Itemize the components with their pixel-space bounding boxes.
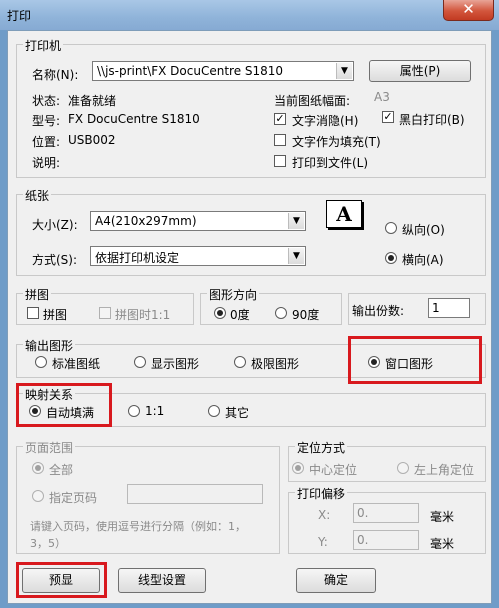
printer-name-value: \\js-print\FX DocuCentre S1810: [97, 64, 284, 78]
printer-group-legend: 打印机: [23, 37, 64, 54]
rotation-0-label: 0度: [230, 308, 250, 322]
paper-group-legend: 纸张: [23, 187, 52, 204]
type-value: FX DocuCentre S1810: [68, 112, 200, 126]
tile-1to1-checkbox[interactable]: [99, 307, 111, 319]
paper-method-label: 方式(S):: [32, 253, 78, 267]
page-range-specify-label: 指定页码: [49, 491, 98, 505]
paper-method-select[interactable]: 依据打印机设定 ▼: [90, 246, 306, 266]
page-range-all-label: 全部: [49, 463, 74, 477]
tile-checkbox[interactable]: [27, 307, 39, 319]
tiling-group-legend: 拼图: [23, 286, 52, 303]
landscape-label: 横向(A): [402, 253, 444, 267]
offset-x-label: X:: [318, 508, 331, 522]
rotation-90-label: 90度: [292, 308, 320, 322]
offset-y-unit: 毫米: [430, 537, 455, 551]
highlight-box-preview: [16, 562, 107, 598]
text-hiding-label: 文字消隐(H): [292, 114, 359, 128]
status-label: 状态:: [32, 94, 61, 108]
close-button[interactable]: ✕: [443, 0, 494, 21]
highlight-box-mapping: [16, 383, 112, 427]
offset-y-label: Y:: [318, 535, 328, 549]
copies-label: 输出份数:: [352, 304, 405, 318]
paper-size-value: A3: [374, 90, 390, 104]
rotation-group-legend: 图形方向: [207, 286, 260, 303]
portrait-label: 纵向(O): [402, 223, 445, 237]
page-range-legend: 页面范围: [23, 439, 76, 456]
mapping-other-label: 其它: [225, 406, 250, 420]
text-as-fill-label: 文字作为填充(T): [292, 135, 381, 149]
offset-legend: 打印偏移: [295, 485, 348, 502]
type-label: 型号:: [32, 114, 61, 128]
position-topleft-radio[interactable]: [397, 462, 409, 474]
offset-x-unit: 毫米: [430, 510, 455, 524]
output-limits-radio[interactable]: [234, 356, 246, 368]
page-range-all-radio[interactable]: [32, 462, 44, 474]
position-center-radio[interactable]: [292, 462, 304, 474]
paper-size-label: 当前图纸幅面:: [274, 94, 351, 108]
portrait-radio[interactable]: [385, 222, 397, 234]
offset-y-input[interactable]: 0.: [353, 530, 419, 550]
paper-size-select-label: 大小(Z):: [32, 218, 78, 232]
title-bar: [0, 0, 499, 30]
highlight-box-window-graphic: [348, 336, 482, 384]
print-to-file-label: 打印到文件(L): [292, 156, 369, 170]
print-to-file-checkbox[interactable]: [274, 155, 286, 167]
line-settings-button[interactable]: 线型设置: [118, 568, 206, 593]
mapping-1to1-radio[interactable]: [128, 405, 140, 417]
offset-x-input[interactable]: 0.: [353, 503, 419, 523]
text-as-fill-checkbox[interactable]: [274, 134, 286, 146]
bw-print-checkbox[interactable]: ✓: [382, 111, 394, 123]
tile-1to1-label: 拼图时1:1: [115, 308, 171, 322]
output-limits-label: 极限图形: [251, 357, 300, 371]
orientation-preview-icon: A: [326, 200, 362, 228]
position-center-label: 中心定位: [309, 463, 358, 477]
location-value: USB002: [68, 133, 116, 147]
tile-label: 拼图: [43, 308, 68, 322]
status-value: 准备就绪: [68, 94, 117, 108]
bw-print-label: 黑白打印(B): [399, 113, 465, 127]
copies-input[interactable]: 1: [428, 298, 470, 318]
paper-method-value: 依据打印机设定: [95, 251, 180, 265]
paper-size-select[interactable]: A4(210x297mm) ▼: [90, 211, 306, 231]
window-title: 打印: [7, 9, 32, 23]
page-range-hint: 请键入页码，使用逗号进行分隔（例如：1，3，5）: [30, 520, 246, 550]
printer-name-select[interactable]: \\js-print\FX DocuCentre S1810 ▼: [92, 61, 354, 81]
comment-label: 说明:: [32, 156, 61, 170]
mapping-1to1-label: 1:1: [145, 404, 165, 418]
position-topleft-label: 左上角定位: [414, 463, 475, 477]
ok-button[interactable]: 确定: [296, 568, 376, 593]
chevron-down-icon[interactable]: ▼: [288, 213, 304, 229]
chevron-down-icon[interactable]: ▼: [336, 63, 352, 79]
text-hiding-checkbox[interactable]: ✓: [274, 113, 286, 125]
properties-button[interactable]: 属性(P): [369, 60, 471, 82]
output-standard-label: 标准图纸: [52, 357, 101, 371]
landscape-radio[interactable]: [385, 252, 397, 264]
location-label: 位置:: [32, 135, 61, 149]
output-group-legend: 输出图形: [23, 337, 76, 354]
paper-size-select-value: A4(210x297mm): [95, 214, 197, 228]
rotation-90-radio[interactable]: [275, 307, 287, 319]
page-range-input[interactable]: [127, 484, 263, 504]
output-display-label: 显示图形: [151, 357, 200, 371]
positioning-legend: 定位方式: [295, 439, 348, 456]
chevron-down-icon[interactable]: ▼: [288, 248, 304, 264]
rotation-0-radio[interactable]: [214, 307, 226, 319]
mapping-other-radio[interactable]: [208, 405, 220, 417]
page-range-specify-radio[interactable]: [32, 490, 44, 502]
output-display-radio[interactable]: [134, 356, 146, 368]
printer-name-label: 名称(N):: [32, 68, 79, 82]
output-standard-radio[interactable]: [35, 356, 47, 368]
